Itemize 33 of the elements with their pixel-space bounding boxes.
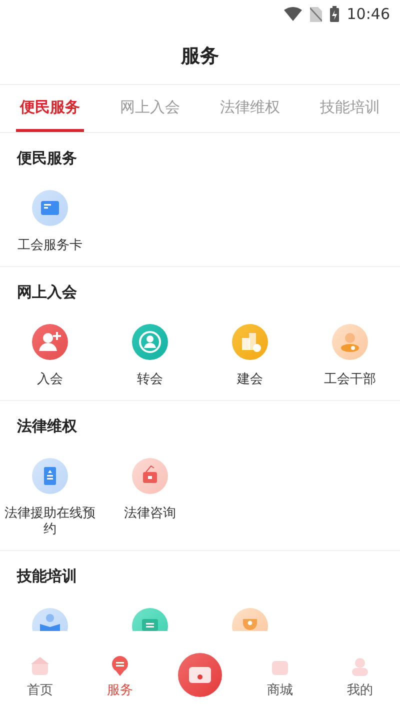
hanging-sign-icon — [132, 458, 168, 494]
nav-tab[interactable]: 服务 — [80, 655, 160, 699]
center-card-button[interactable] — [178, 653, 222, 697]
page-title: 服务 — [181, 44, 219, 69]
person-badge-icon — [332, 324, 368, 360]
nav-tab[interactable]: 商城 — [240, 655, 320, 699]
building-icon — [232, 324, 268, 360]
person-cycle-icon — [132, 324, 168, 360]
nav-tab[interactable]: 首页 — [0, 655, 80, 699]
home-icon — [29, 655, 51, 677]
card-icon — [32, 190, 68, 226]
category-tab[interactable]: 便民服务 — [16, 85, 84, 132]
clock-time: 10:46 — [346, 5, 390, 23]
service-item[interactable]: 工会服务卡 — [0, 190, 100, 254]
service-pin-icon — [109, 655, 131, 677]
service-item[interactable]: 工会干部 — [300, 324, 400, 388]
section-title: 技能培训 — [17, 566, 78, 586]
section-title: 法律维权 — [17, 416, 78, 436]
section-title: 网上入会 — [17, 282, 78, 302]
card-icon — [188, 665, 212, 685]
nav-tab[interactable]: 我的 — [320, 655, 400, 699]
service-item[interactable]: 转会 — [100, 324, 200, 388]
no-sim-icon — [310, 6, 322, 22]
wifi-icon — [284, 7, 302, 21]
service-item[interactable]: 法律援助在线预约 — [0, 458, 100, 538]
profile-icon — [349, 655, 371, 677]
battery-icon — [330, 6, 339, 22]
section-title: 便民服务 — [17, 148, 78, 168]
document-icon — [32, 458, 68, 494]
service-item[interactable]: 建会 — [200, 324, 300, 388]
service-item[interactable]: 入会 — [0, 324, 100, 388]
add-person-icon — [32, 324, 68, 360]
service-item[interactable]: 法律咨询 — [100, 458, 200, 538]
